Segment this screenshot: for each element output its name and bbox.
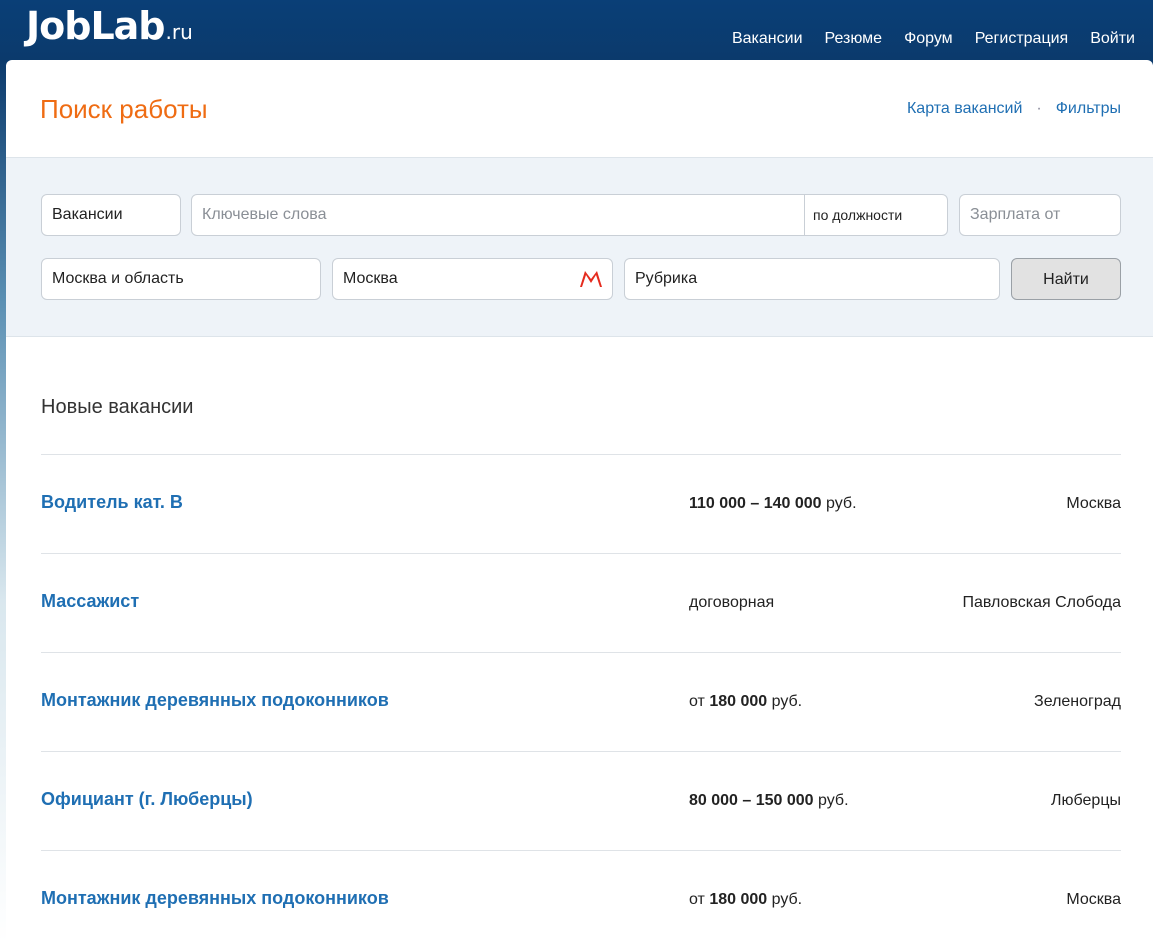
salary-unit: руб. xyxy=(821,495,857,512)
salary-prefix: договорная xyxy=(689,594,775,611)
top-bar: JobLab.ru Вакансии Резюме Форум Регистра… xyxy=(0,0,1153,62)
job-title-link[interactable]: Водитель кат. В xyxy=(41,492,183,513)
job-salary: договорная xyxy=(689,594,774,612)
page-title: Поиск работы xyxy=(40,94,208,124)
job-city: Павловская Слобода xyxy=(962,594,1121,611)
region-select[interactable]: Москва и область xyxy=(41,258,321,300)
salary-input[interactable]: Зарплата от xyxy=(959,194,1121,236)
salary-unit: руб. xyxy=(813,792,849,809)
keywords-field[interactable]: Ключевые слова по должности xyxy=(191,194,948,236)
city-value: Москва xyxy=(343,270,398,287)
salary-amount: 180 000 xyxy=(709,891,768,908)
salary-unit: руб. xyxy=(767,891,803,908)
job-title-link[interactable]: Монтажник деревянных подоконников xyxy=(41,690,389,711)
new-vacancies-title: Новые вакансии xyxy=(41,396,194,418)
salary-amount: 80 000 – 150 000 xyxy=(689,792,814,809)
job-salary: от 180 000 руб. xyxy=(689,693,802,711)
job-list: Водитель кат. В 110 000 – 140 000 руб. М… xyxy=(41,454,1121,943)
salary-unit: руб. xyxy=(767,693,803,710)
job-salary: от 180 000 руб. xyxy=(689,891,802,909)
nav-register[interactable]: Регистрация xyxy=(975,30,1069,48)
job-city: Москва xyxy=(1066,891,1121,908)
nav-forum[interactable]: Форум xyxy=(904,30,953,48)
salary-prefix: от xyxy=(689,693,710,710)
logo-text: JobLab xyxy=(26,4,166,48)
job-city: Зеленоград xyxy=(1034,693,1121,710)
keywords-input[interactable]: Ключевые слова xyxy=(202,195,327,235)
page-header: Поиск работы Карта вакансий · Фильтры xyxy=(6,60,1153,158)
salary-amount: 180 000 xyxy=(709,693,768,710)
job-row: Монтажник деревянных подоконников от 180… xyxy=(41,850,1121,943)
job-city: Люберцы xyxy=(1051,792,1121,809)
content-card: Поиск работы Карта вакансий · Фильтры Вака… xyxy=(6,60,1153,943)
job-row: Водитель кат. В 110 000 – 140 000 руб. М… xyxy=(41,454,1121,553)
job-city: Москва xyxy=(1066,495,1121,512)
salary-amount: 110 000 – 140 000 xyxy=(689,495,822,512)
filters-link[interactable]: Фильтры xyxy=(1056,100,1121,117)
job-title-link[interactable]: Массажист xyxy=(41,591,139,612)
rubric-select[interactable]: Рубрика xyxy=(624,258,1000,300)
header-links: Карта вакансий · Фильтры xyxy=(907,100,1121,118)
job-row: Официант (г. Люберцы) 80 000 – 150 000 р… xyxy=(41,751,1121,850)
site-logo[interactable]: JobLab.ru xyxy=(26,4,193,48)
job-title-link[interactable]: Монтажник деревянных подоконников xyxy=(41,888,389,909)
nav-resumes[interactable]: Резюме xyxy=(825,30,883,48)
main-nav: Вакансии Резюме Форум Регистрация Войти xyxy=(710,30,1135,48)
nav-login[interactable]: Войти xyxy=(1090,30,1135,48)
job-title-link[interactable]: Официант (г. Люберцы) xyxy=(41,789,253,810)
salary-prefix: от xyxy=(689,891,710,908)
vacancy-map-link[interactable]: Карта вакансий xyxy=(907,100,1022,117)
job-salary: 80 000 – 150 000 руб. xyxy=(689,792,849,810)
job-salary: 110 000 – 140 000 руб. xyxy=(689,495,857,513)
nav-vacancies[interactable]: Вакансии xyxy=(732,30,803,48)
city-select[interactable]: Москва xyxy=(332,258,613,300)
link-separator: · xyxy=(1036,100,1042,117)
metro-icon[interactable] xyxy=(580,270,602,288)
job-row: Массажист договорная Павловская Слобода xyxy=(41,553,1121,652)
job-row: Монтажник деревянных подоконников от 180… xyxy=(41,652,1121,751)
find-button[interactable]: Найти xyxy=(1011,258,1121,300)
keywords-mode-select[interactable]: по должности xyxy=(804,195,947,235)
search-panel: Вакансии Ключевые слова по должности Зар… xyxy=(6,158,1153,337)
logo-tld: .ru xyxy=(165,20,193,44)
search-type-select[interactable]: Вакансии xyxy=(41,194,181,236)
